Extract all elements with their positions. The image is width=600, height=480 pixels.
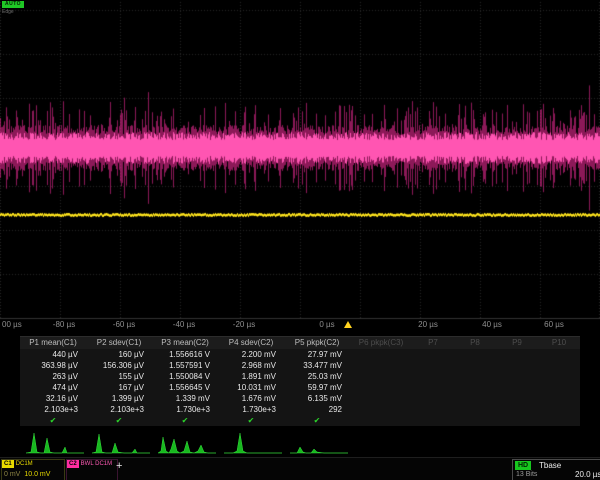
- table-row: 440 µV 160 µV 1.556616 V 2.200 mV 27.97 …: [20, 349, 580, 360]
- stat-value: 2.103e+3: [86, 404, 152, 415]
- cursor-plus-icon[interactable]: +: [116, 461, 122, 472]
- oscilloscope-screen: AUTO Edge 00 µs -80 µs -60 µs -40 µs -20…: [0, 0, 600, 480]
- stat-value: 59.97 mV: [284, 382, 350, 393]
- stat-value: 167 µV: [86, 382, 152, 393]
- c1-badge: C1: [2, 460, 14, 468]
- time-per-div: 20.0 µs/div: [575, 471, 600, 479]
- stat-value: 1.399 µV: [86, 393, 152, 404]
- measure-header-p3[interactable]: P3 mean(C2): [152, 337, 218, 349]
- stat-value: 263 µV: [20, 371, 86, 382]
- table-row: 363.98 µV 156.306 µV 1.557591 V 2.968 mV…: [20, 360, 580, 371]
- axis-label-zero: 0 µs: [312, 320, 342, 330]
- axis-label: 00 µs: [2, 320, 32, 330]
- histicon-p3: [158, 428, 216, 454]
- resolution-bits-label: 13 Bits: [516, 471, 537, 479]
- timebase-descriptor[interactable]: HD Tbase 13 Bits 20.0 µs/div: [512, 459, 600, 480]
- stat-value: 155 µV: [86, 371, 152, 382]
- measurement-header-row: P1 mean(C1) P2 sdev(C1) P3 mean(C2) P4 s…: [20, 337, 580, 349]
- axis-label: 40 µs: [472, 320, 512, 330]
- stat-value: 474 µV: [20, 382, 86, 393]
- table-row: 2.103e+3 2.103e+3 1.730e+3 1.730e+3 292: [20, 404, 580, 415]
- channel-c1-descriptor[interactable]: C1DC1M 0 mV 10.0 mV: [1, 459, 65, 480]
- stat-value: 1.339 mV: [152, 393, 218, 404]
- measure-header-p10[interactable]: P10: [538, 337, 580, 349]
- stat-value: 1.891 mV: [218, 371, 284, 382]
- check-icon: ✔: [152, 415, 218, 426]
- measure-header-p8[interactable]: P8: [454, 337, 496, 349]
- trigger-position-marker[interactable]: [344, 321, 352, 328]
- stat-value: 6.135 mV: [284, 393, 350, 404]
- check-icon: ✔: [284, 415, 350, 426]
- stat-value: 2.200 mV: [218, 349, 284, 360]
- waveform-display[interactable]: [0, 0, 600, 334]
- stat-value: 25.03 mV: [284, 371, 350, 382]
- stat-value: 2.103e+3: [20, 404, 86, 415]
- hd-mode-badge: HD: [515, 461, 531, 470]
- measure-header-p5[interactable]: P5 pkpk(C2): [284, 337, 350, 349]
- stat-value: 1.556616 V: [152, 349, 218, 360]
- trigger-type-label: Edge: [2, 9, 14, 15]
- stat-value: 1.676 mV: [218, 393, 284, 404]
- measure-header-p4[interactable]: P4 sdev(C2): [218, 337, 284, 349]
- stat-value: 1.557591 V: [152, 360, 218, 371]
- c2-badge: C2: [67, 460, 79, 468]
- histicon-p5: [290, 428, 348, 454]
- c1-volts-per-div: 10.0 mV: [24, 471, 50, 478]
- stat-value: 1.550084 V: [152, 371, 218, 382]
- measure-header-p2[interactable]: P2 sdev(C1): [86, 337, 152, 349]
- stat-value: 27.97 mV: [284, 349, 350, 360]
- measure-header-p1[interactable]: P1 mean(C1): [20, 337, 86, 349]
- histicon-p1: [26, 428, 84, 454]
- status-check-row: ✔ ✔ ✔ ✔ ✔: [20, 415, 580, 426]
- stat-value: 1.556645 V: [152, 382, 218, 393]
- measurement-table: P1 mean(C1) P2 sdev(C1) P3 mean(C2) P4 s…: [20, 336, 580, 426]
- stat-value: 156.306 µV: [86, 360, 152, 371]
- check-icon: ✔: [20, 415, 86, 426]
- axis-label: -20 µs: [224, 320, 264, 330]
- stat-value: 2.968 mV: [218, 360, 284, 371]
- timebase-label: Tbase: [539, 461, 561, 470]
- stat-value: 10.031 mV: [218, 382, 284, 393]
- descriptor-bar: C1DC1M 0 mV 10.0 mV C2BWL DC1M + HD Tbase…: [0, 457, 600, 480]
- c1-coupling: DC1M: [16, 461, 33, 467]
- table-row: 474 µV 167 µV 1.556645 V 10.031 mV 59.97…: [20, 382, 580, 393]
- axis-label: 60 µs: [534, 320, 574, 330]
- axis-label: 20 µs: [408, 320, 448, 330]
- c2-coupling: BWL DC1M: [81, 461, 112, 467]
- stat-value: 440 µV: [20, 349, 86, 360]
- check-icon: ✔: [218, 415, 284, 426]
- stat-value: 292: [284, 404, 350, 415]
- axis-label: -60 µs: [104, 320, 144, 330]
- table-row: 263 µV 155 µV 1.550084 V 1.891 mV 25.03 …: [20, 371, 580, 382]
- stat-value: 32.16 µV: [20, 393, 86, 404]
- stat-value: 363.98 µV: [20, 360, 86, 371]
- acquisition-status-badge: AUTO: [2, 1, 24, 8]
- axis-label: -40 µs: [164, 320, 204, 330]
- channel-c2-descriptor[interactable]: C2BWL DC1M: [66, 459, 118, 480]
- table-row: 32.16 µV 1.399 µV 1.339 mV 1.676 mV 6.13…: [20, 393, 580, 404]
- measure-header-p7[interactable]: P7: [412, 337, 454, 349]
- stat-value: 1.730e+3: [152, 404, 218, 415]
- stat-value: 1.730e+3: [218, 404, 284, 415]
- check-icon: ✔: [86, 415, 152, 426]
- stat-value: 33.477 mV: [284, 360, 350, 371]
- stat-value: 160 µV: [86, 349, 152, 360]
- measure-header-p9[interactable]: P9: [496, 337, 538, 349]
- histicon-p4: [224, 428, 282, 454]
- measure-header-p6[interactable]: P6 pkpk(C3): [350, 337, 412, 349]
- histicon-p2: [92, 428, 150, 454]
- axis-label: -80 µs: [44, 320, 84, 330]
- c1-offset: 0 mV: [4, 471, 20, 478]
